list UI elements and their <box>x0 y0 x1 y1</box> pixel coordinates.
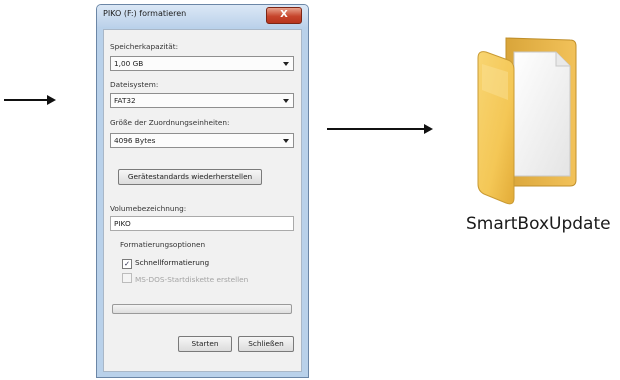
capacity-label: Speicherkapazität: <box>110 42 179 51</box>
folder-icon[interactable] <box>470 30 586 210</box>
allocation-value: 4096 Bytes <box>114 136 156 145</box>
filesystem-select[interactable]: FAT32 <box>110 93 294 108</box>
filesystem-label: Dateisystem: <box>110 80 159 89</box>
folder-graphic <box>477 37 577 205</box>
chevron-down-icon <box>283 99 289 103</box>
folder-label[interactable]: SmartBoxUpdate <box>466 214 611 234</box>
checkbox-unchecked-icon <box>122 273 132 283</box>
start-button[interactable]: Starten <box>178 336 232 352</box>
dialog-content: Speicherkapazität: 1,00 GB Dateisystem: … <box>103 29 302 372</box>
arrow-left <box>4 95 56 105</box>
close-button[interactable]: Schließen <box>238 336 294 352</box>
restore-defaults-button[interactable]: Gerätestandards wiederherstellen <box>118 169 262 185</box>
title-bar[interactable]: PIKO (F:) formatieren X <box>97 5 308 27</box>
format-dialog: PIKO (F:) formatieren X Speicherkapazitä… <box>96 4 309 378</box>
progress-bar <box>112 304 292 314</box>
capacity-value: 1,00 GB <box>114 59 144 68</box>
allocation-select[interactable]: 4096 Bytes <box>110 133 294 148</box>
filesystem-value: FAT32 <box>114 96 136 105</box>
volume-label: Volumebezeichnung: <box>110 204 187 213</box>
close-icon[interactable]: X <box>266 7 302 24</box>
msdos-startup-label: MS-DOS-Startdiskette erstellen <box>135 275 249 284</box>
allocation-label: Größe der Zuordnungseinheiten: <box>110 118 230 127</box>
checkbox-checked-icon: ✓ <box>122 259 132 269</box>
format-options-label: Formatierungsoptionen <box>120 240 206 249</box>
quick-format-label: Schnellformatierung <box>135 258 210 267</box>
msdos-startup-checkbox[interactable]: MS-DOS-Startdiskette erstellen <box>122 273 248 284</box>
volume-name-input[interactable]: PIKO <box>110 216 294 231</box>
chevron-down-icon <box>283 62 289 66</box>
capacity-select[interactable]: 1,00 GB <box>110 56 294 71</box>
arrow-right <box>327 124 433 134</box>
dialog-title: PIKO (F:) formatieren <box>103 9 187 18</box>
chevron-down-icon <box>283 139 289 143</box>
quick-format-checkbox[interactable]: ✓ Schnellformatierung <box>122 258 209 269</box>
